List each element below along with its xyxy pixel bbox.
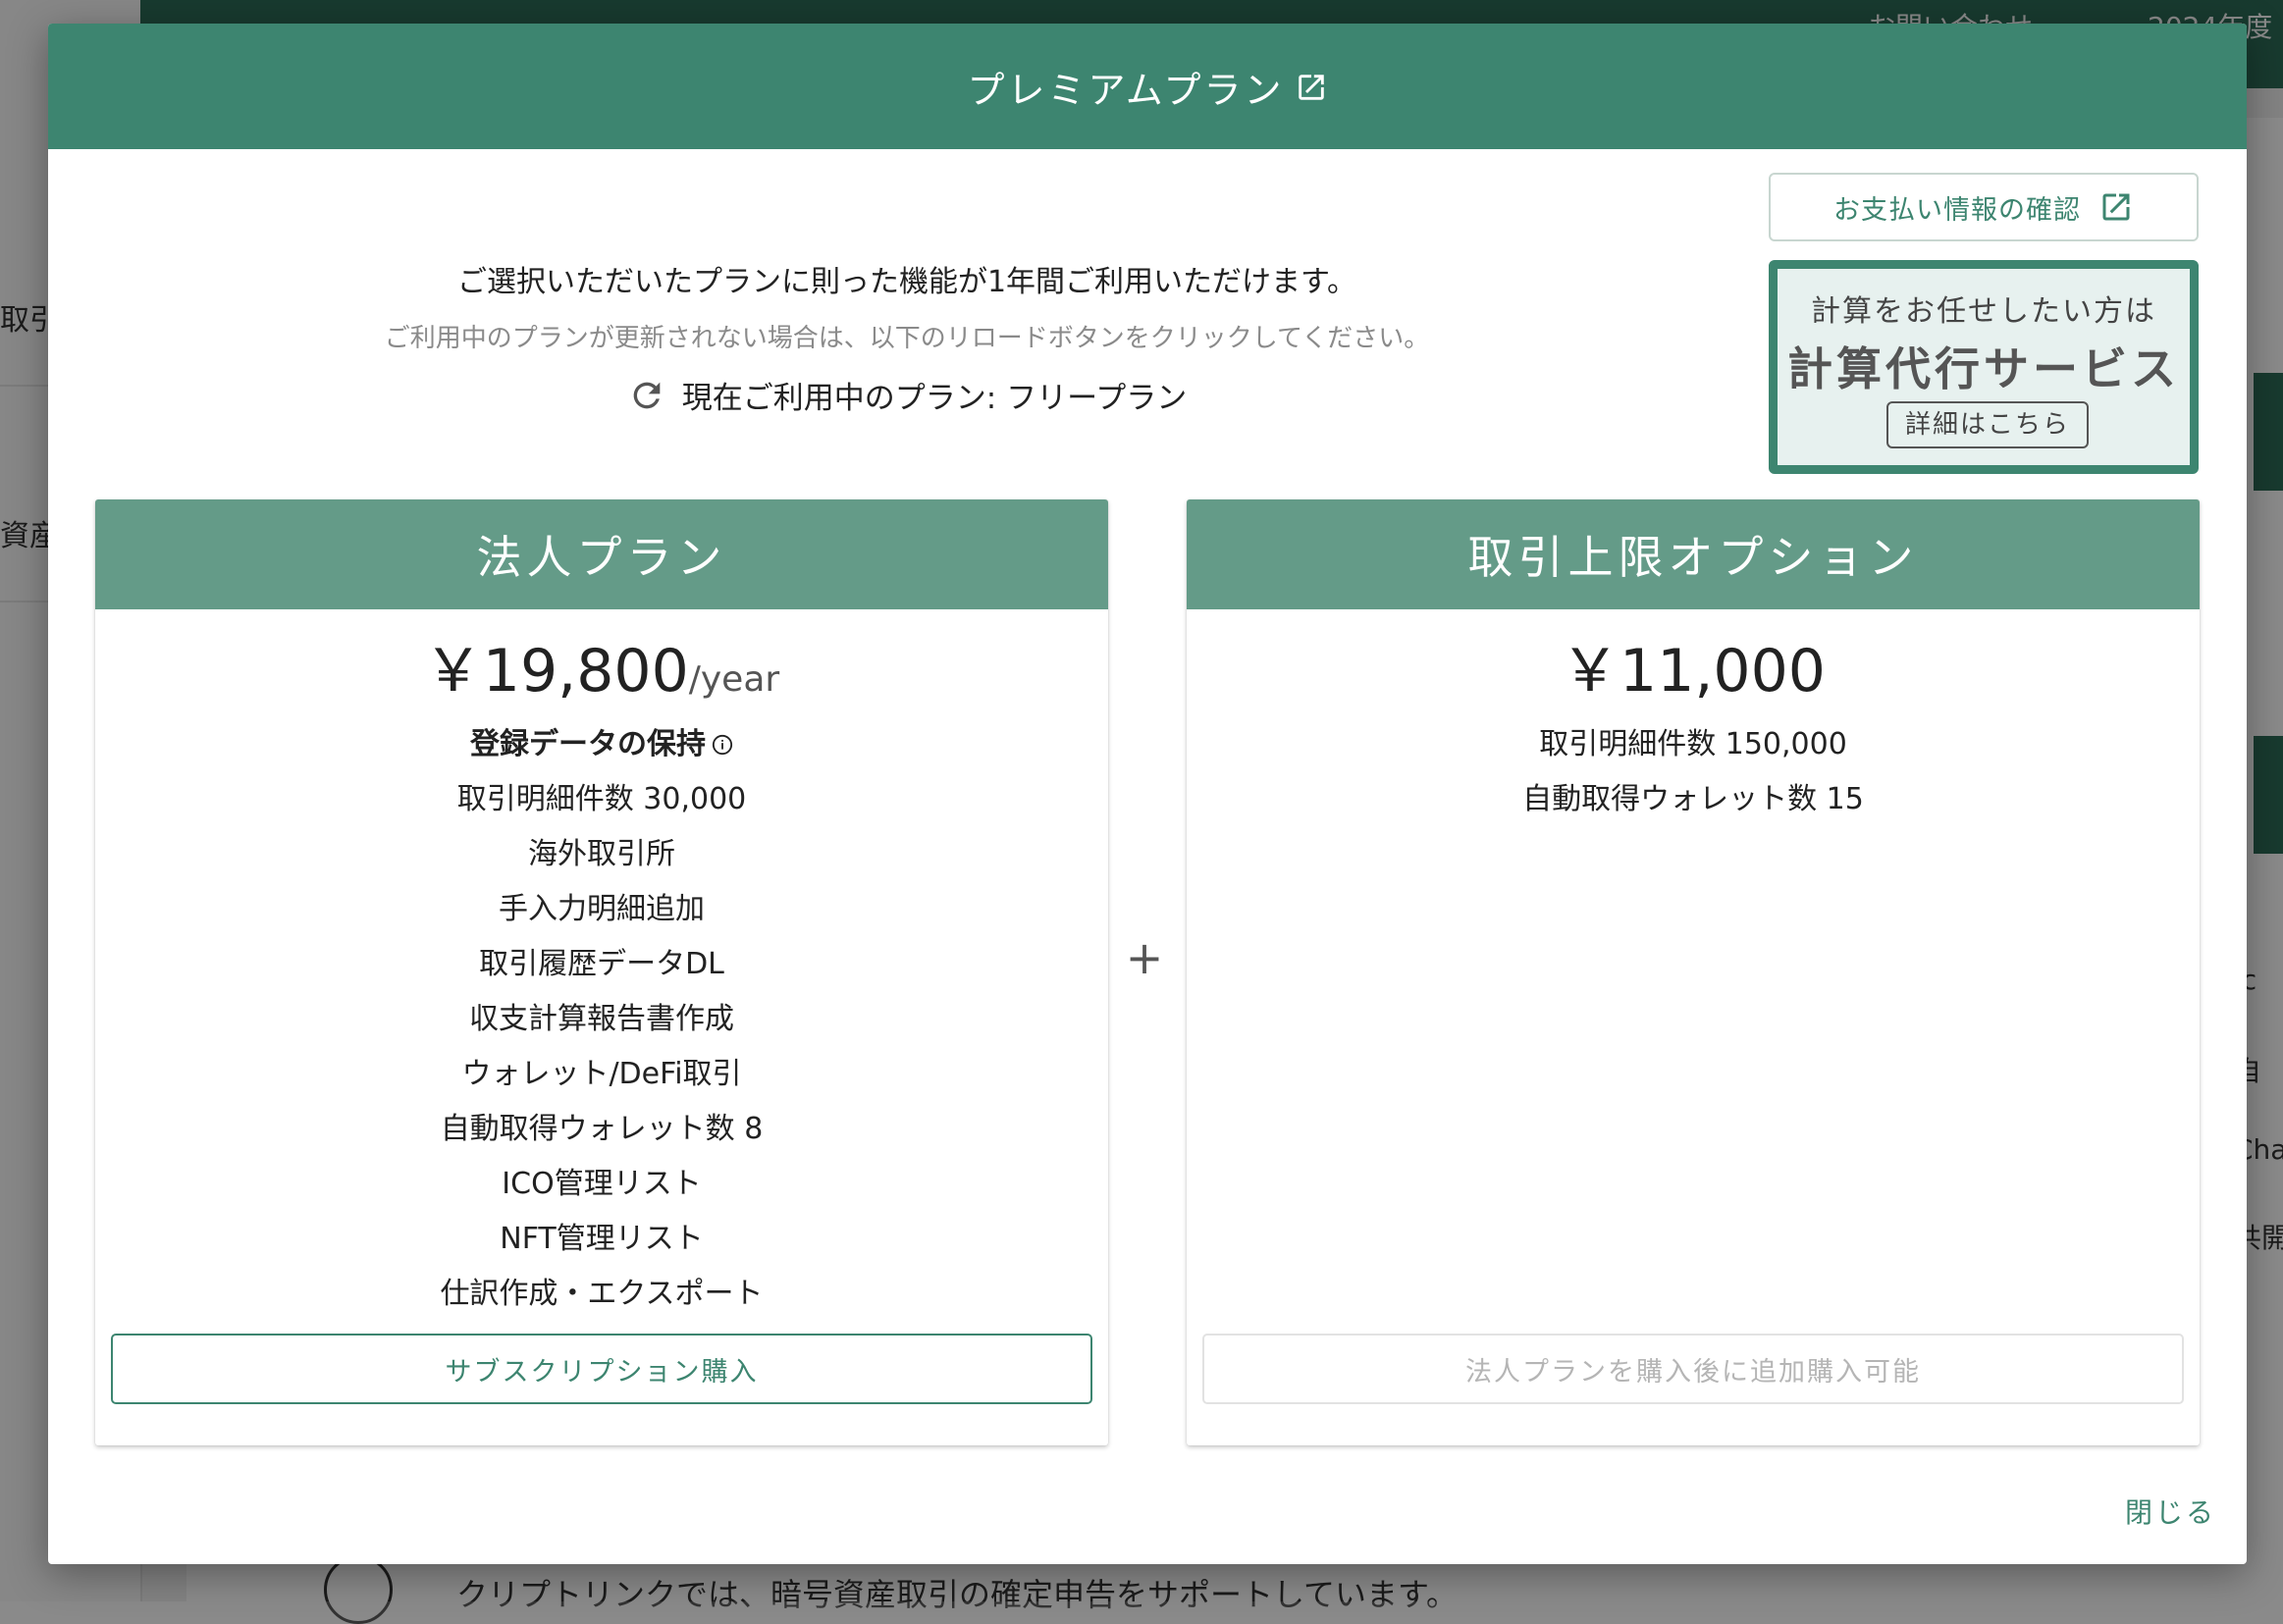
feature-item: 仕訳作成・エクスポート: [440, 1277, 764, 1311]
feature-list: 登録データの保持 取引明細件数 30,000 海外取引所 手入力明細追加 取引履…: [95, 717, 1108, 1322]
card-title: 法人プラン: [95, 499, 1108, 609]
payment-info-label: お支払い情報の確認: [1833, 194, 2081, 226]
dialog-title: プレミアムプラン: [967, 68, 1285, 112]
feature-list: 取引明細件数 150,000 自動取得ウォレット数 15: [1187, 717, 2200, 827]
corporate-plan-card: 法人プラン ￥19,800/year 登録データの保持 取引明細件数 30,00…: [95, 499, 1108, 1445]
add-option-button-disabled[interactable]: 法人プランを購入後に追加購入可能: [1202, 1334, 2184, 1404]
payment-info-button[interactable]: お支払い情報の確認: [1769, 173, 2199, 241]
feature-item: 取引明細件数 150,000: [1539, 727, 1847, 761]
feature-item: 手入力明細追加: [499, 892, 705, 926]
service-pre-text: 計算をお任せしたい方は: [1811, 294, 2156, 329]
feature-item: 取引明細件数 30,000: [456, 782, 747, 816]
premium-plan-dialog: プレミアムプラン ご選択いただいたプランに則った機能が1年間ご利用いただけます。…: [48, 24, 2247, 1564]
feature-item: 自動取得ウォレット数 8: [440, 1112, 764, 1146]
feature-item: 収支計算報告書作成: [469, 1002, 734, 1036]
info-main-text: ご選択いただいたプランに則った機能が1年間ご利用いただけます。: [456, 265, 1357, 299]
transaction-limit-option-card: 取引上限オプション ￥11,000 取引明細件数 150,000 自動取得ウォレ…: [1187, 499, 2200, 1445]
external-link-icon: [2098, 189, 2134, 225]
feature-item: 自動取得ウォレット数 15: [1522, 782, 1864, 816]
external-link-icon[interactable]: [1295, 70, 1328, 103]
feature-item: ICO管理リスト: [502, 1167, 702, 1201]
price: ￥11,000: [1187, 623, 2200, 708]
feature-item: 登録データの保持: [95, 717, 1108, 772]
close-button[interactable]: 閉じる: [2125, 1492, 2216, 1531]
plus-sign: +: [1125, 931, 1164, 984]
service-name: 計算代行サービス: [1787, 342, 2180, 395]
feature-item: 海外取引所: [528, 837, 675, 871]
feature-item: 取引履歴データDL: [479, 947, 724, 981]
info-sub-text: ご利用中のプランが更新されない場合は、以下のリロードボタンをクリックしてください…: [384, 324, 1430, 353]
current-plan-row: 現在ご利用中のプラン: フリープラン: [48, 373, 1766, 417]
price: ￥19,800/year: [95, 623, 1108, 708]
card-title: 取引上限オプション: [1187, 499, 2200, 609]
calculation-service-banner[interactable]: 計算をお任せしたい方は 計算代行サービス 詳細はこちら: [1769, 260, 2199, 474]
plan-info: ご選択いただいたプランに則った機能が1年間ご利用いただけます。 ご利用中のプラン…: [48, 149, 1766, 416]
info-icon[interactable]: [712, 719, 733, 756]
price-period: /year: [688, 659, 780, 700]
reload-icon[interactable]: [627, 376, 666, 415]
current-plan-text: 現在ご利用中のプラン: フリープラン: [681, 381, 1188, 416]
price-amount: ￥11,000: [1561, 637, 1826, 706]
dialog-header: プレミアムプラン: [48, 24, 2247, 149]
price-amount: ￥19,800: [423, 637, 689, 706]
feature-label: 登録データの保持: [470, 727, 706, 761]
feature-item: ウォレット/DeFi取引: [461, 1057, 742, 1091]
feature-item: NFT管理リスト: [500, 1222, 704, 1256]
subscribe-button[interactable]: サブスクリプション購入: [111, 1334, 1092, 1404]
service-detail-button[interactable]: 詳細はこちら: [1886, 401, 2089, 448]
